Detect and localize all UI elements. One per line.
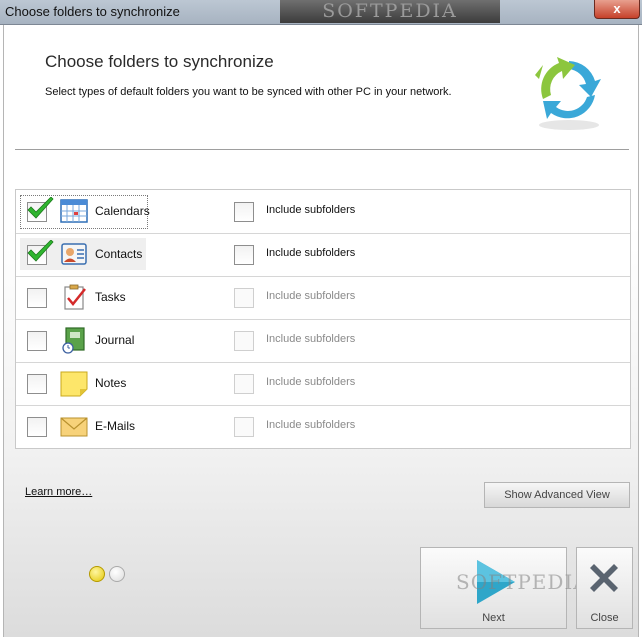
learn-more-link[interactable]: Learn more…: [25, 486, 92, 498]
folder-row-journal: Journal Include subfolders: [16, 319, 630, 363]
check-icon: [27, 197, 54, 219]
folder-row-contacts: Contacts Include subfolders: [16, 233, 630, 277]
include-subfolders-label: Include subfolders: [266, 290, 356, 302]
page-indicator-dot: [109, 566, 125, 582]
close-x-icon: [590, 564, 618, 592]
emails-checkbox[interactable]: [27, 417, 47, 437]
folder-label: Notes: [95, 376, 127, 390]
include-subfolders-label: Include subfolders: [266, 204, 356, 216]
folder-row-calendars: Calendars Include subfolders: [16, 190, 630, 234]
page-title: Choose folders to synchronize: [45, 52, 274, 71]
close-label: Close: [590, 612, 619, 624]
tasks-clipboard-icon: [64, 284, 86, 310]
contacts-subfolders-checkbox[interactable]: [234, 245, 254, 265]
include-subfolders-label: Include subfolders: [266, 247, 356, 259]
close-button[interactable]: Close: [576, 547, 633, 629]
folder-label: Contacts: [95, 247, 143, 261]
folder-label: Tasks: [95, 290, 126, 304]
contact-card-icon: [61, 243, 87, 265]
check-icon: [27, 240, 54, 262]
page-indicator-dot-active: [89, 566, 105, 582]
journal-checkbox[interactable]: [27, 331, 47, 351]
journal-icon: [62, 327, 85, 354]
folder-label: Journal: [95, 333, 135, 347]
title-bar: Choose folders to synchronize SOFTPEDIA …: [0, 0, 642, 25]
folder-row-tasks: Tasks Include subfolders: [16, 276, 630, 320]
folder-row-emails: E-Mails Include subfolders: [16, 405, 630, 448]
contacts-checkbox[interactable]: [27, 240, 54, 265]
folder-row-notes: Notes Include subfolders: [16, 362, 630, 406]
window-title: Choose folders to synchronize: [5, 4, 180, 19]
journal-subfolders-checkbox[interactable]: [234, 331, 254, 351]
wizard-panel: Choose folders to synchronize Select typ…: [3, 25, 639, 637]
folder-list: Calendars Include subfolders Contacts In…: [15, 189, 631, 449]
emails-subfolders-checkbox[interactable]: [234, 417, 254, 437]
calendars-checkbox[interactable]: [27, 197, 54, 222]
include-subfolders-label: Include subfolders: [266, 333, 356, 345]
next-label: Next: [482, 612, 505, 624]
envelope-icon: [60, 417, 88, 437]
header-divider: [15, 149, 629, 150]
next-watermark: SOFTPEDIA: [456, 570, 589, 594]
folder-label: E-Mails: [95, 419, 136, 433]
include-subfolders-label: Include subfolders: [266, 376, 356, 388]
notes-icon: [60, 371, 88, 397]
calendars-subfolders-checkbox[interactable]: [234, 202, 254, 222]
title-watermark: SOFTPEDIA: [280, 0, 500, 23]
folder-label: Calendars: [95, 204, 150, 218]
tasks-checkbox[interactable]: [27, 288, 47, 308]
include-subfolders-label: Include subfolders: [266, 419, 356, 431]
next-button[interactable]: SOFTPEDIA Next: [420, 547, 588, 629]
sync-arrows-icon: [535, 57, 601, 130]
window-close-button[interactable]: x: [594, 0, 640, 19]
calendar-icon: [60, 199, 88, 223]
tasks-subfolders-checkbox[interactable]: [234, 288, 254, 308]
show-advanced-view-button[interactable]: Show Advanced View: [484, 482, 630, 508]
page-subtitle: Select types of default folders you want…: [45, 86, 452, 98]
notes-subfolders-checkbox[interactable]: [234, 374, 254, 394]
notes-checkbox[interactable]: [27, 374, 47, 394]
